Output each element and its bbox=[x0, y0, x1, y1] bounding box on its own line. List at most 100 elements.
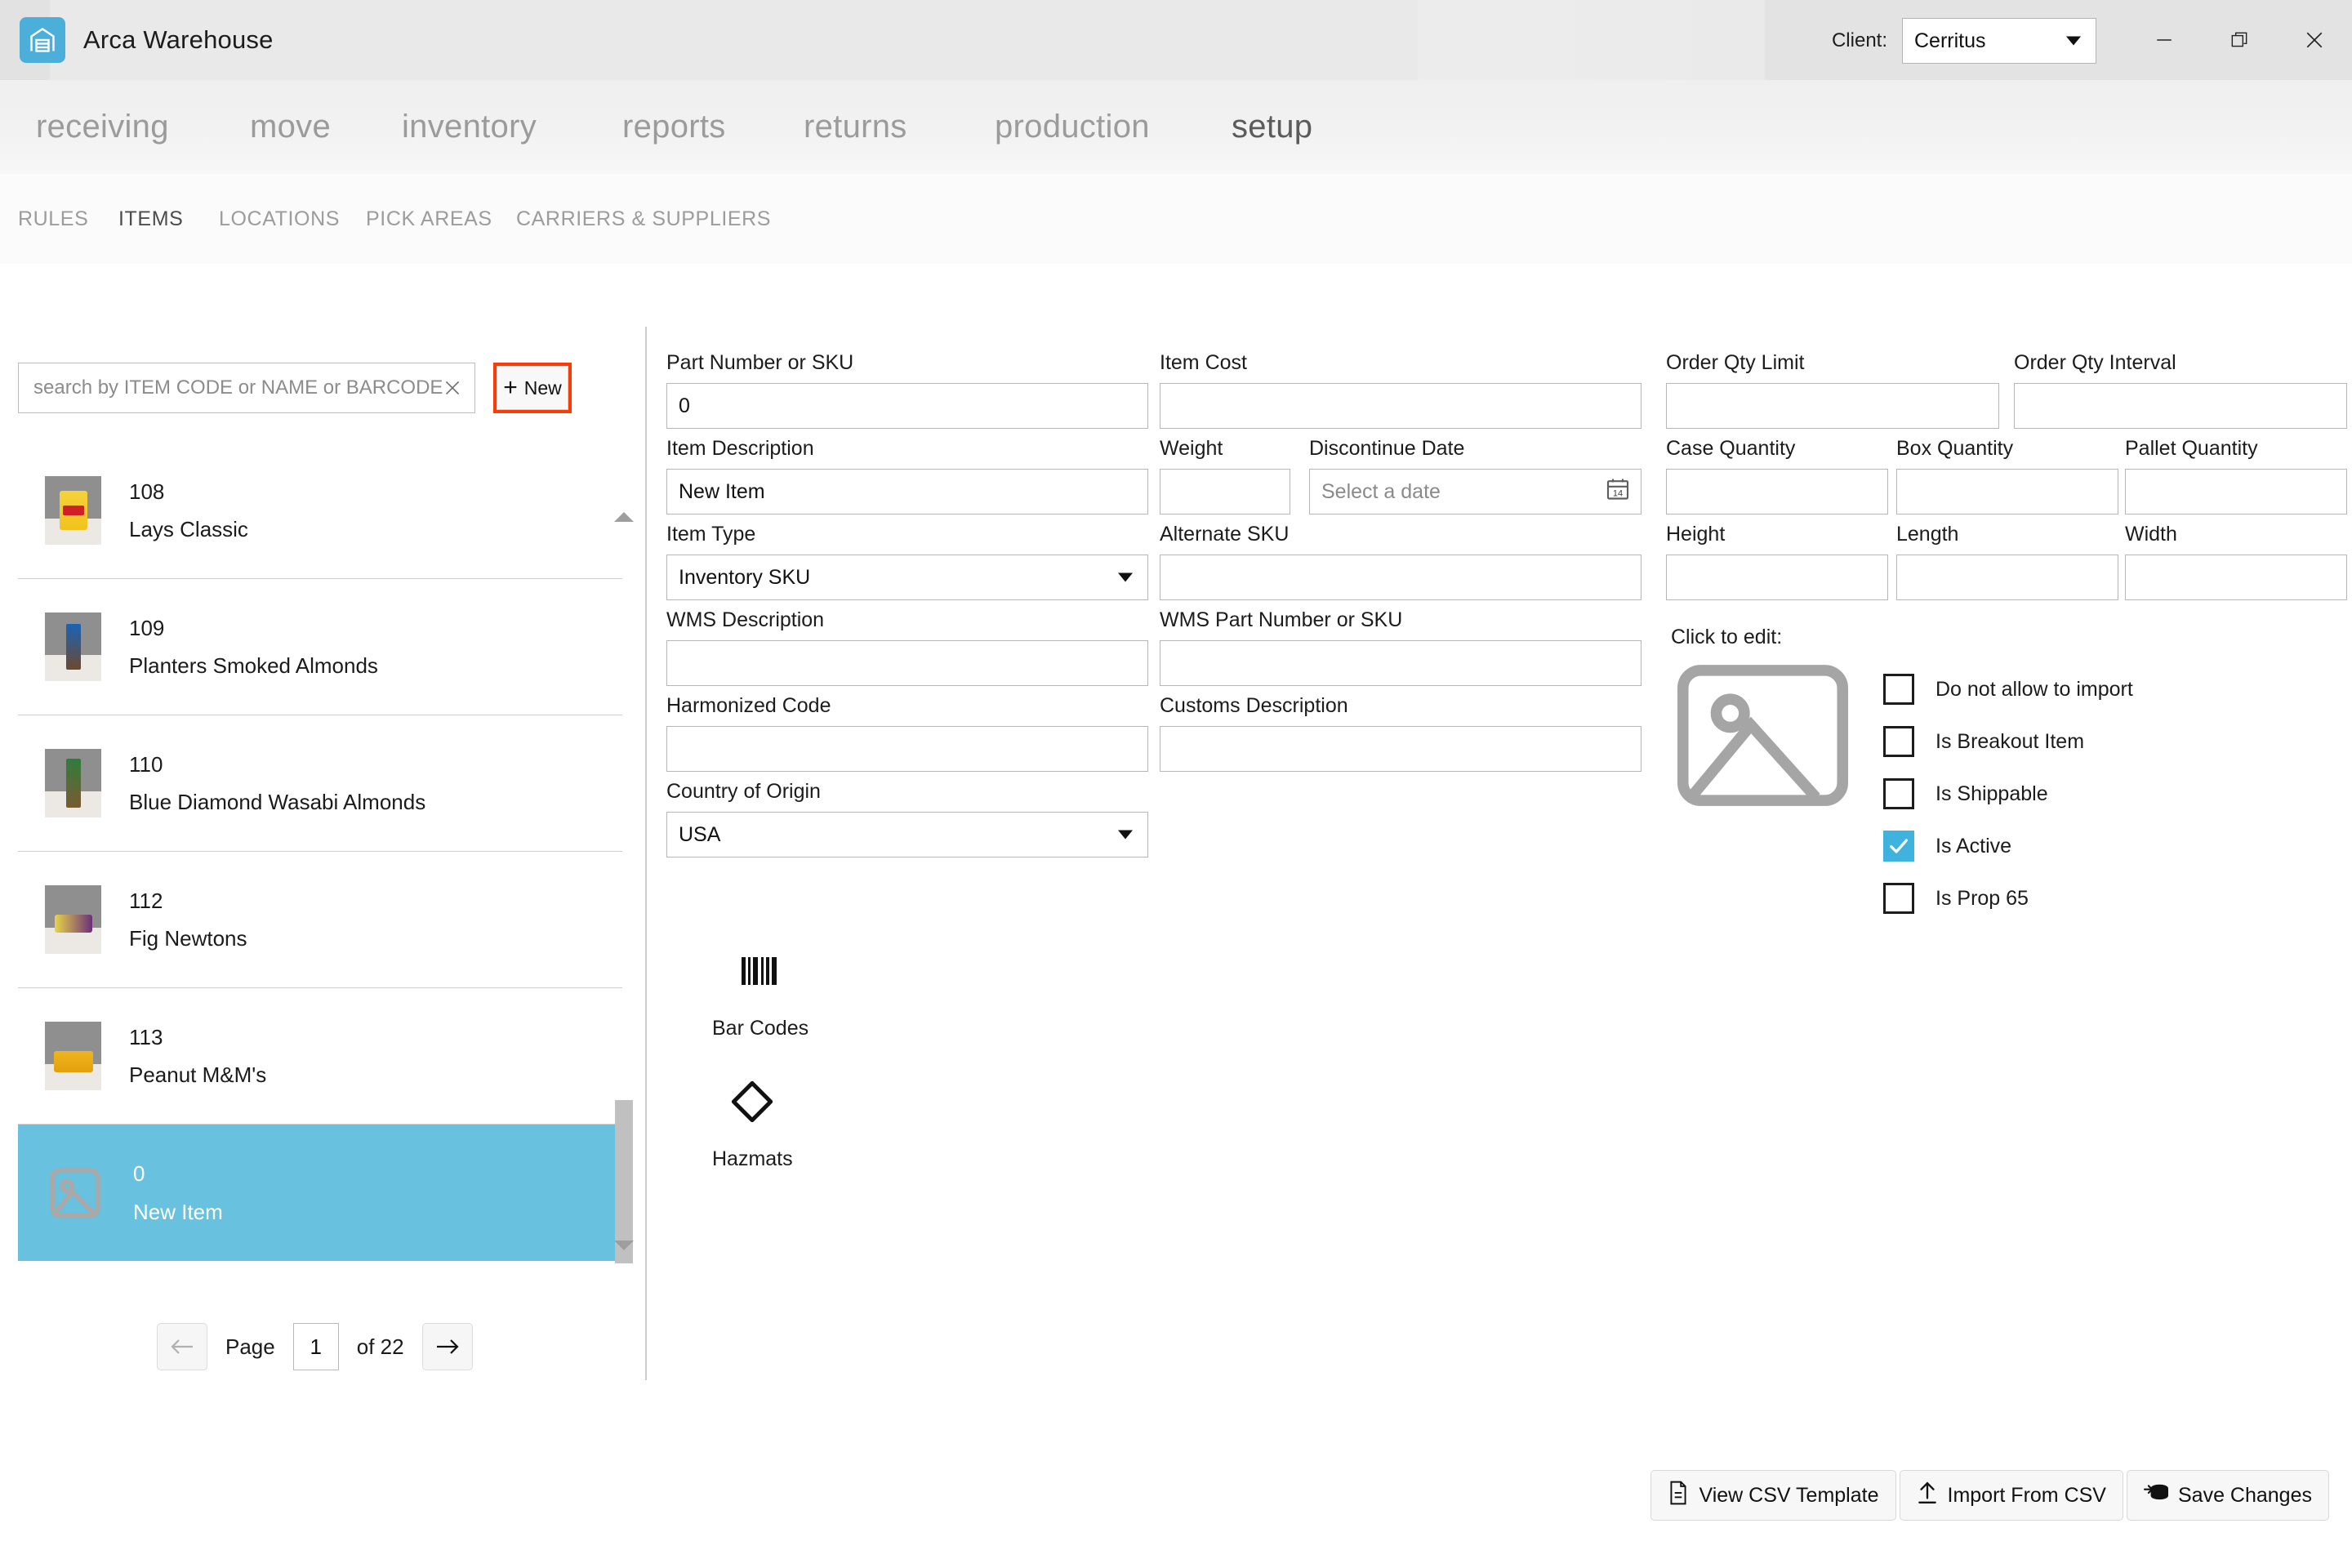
calendar-icon[interactable]: 14 bbox=[1605, 476, 1631, 508]
length-input[interactable] bbox=[1896, 555, 2118, 600]
checkbox-row[interactable]: Is Prop 65 bbox=[1883, 872, 2133, 924]
search-placeholder: search by ITEM CODE or NAME or BARCODE bbox=[33, 376, 443, 399]
minimize-icon[interactable] bbox=[2127, 0, 2202, 80]
client-dropdown[interactable]: Cerritus bbox=[1902, 18, 2096, 64]
tab-pick-areas[interactable]: PICK AREAS bbox=[366, 207, 492, 231]
checkbox-row[interactable]: Is Breakout Item bbox=[1883, 715, 2133, 768]
barcodes-button[interactable]: Bar Codes bbox=[712, 947, 808, 1040]
view-csv-template-button[interactable]: View CSV Template bbox=[1650, 1470, 1896, 1521]
item-thumbnail bbox=[45, 476, 101, 545]
weight-input[interactable] bbox=[1160, 469, 1290, 514]
checkbox-is-shippable[interactable] bbox=[1883, 778, 1914, 809]
chevron-down-icon bbox=[2066, 36, 2081, 46]
width-input[interactable] bbox=[2125, 555, 2347, 600]
list-item[interactable]: 108 Lays Classic bbox=[18, 443, 622, 579]
checkbox-row[interactable]: Do not allow to import bbox=[1883, 663, 2133, 715]
field-label: Item Cost bbox=[1160, 351, 1247, 374]
nav-item-reports[interactable]: reports bbox=[622, 109, 726, 145]
tab-items[interactable]: ITEMS bbox=[118, 207, 183, 231]
harmonized-code-input[interactable] bbox=[666, 726, 1148, 772]
nav-item-returns[interactable]: returns bbox=[804, 109, 907, 145]
page-input[interactable]: 1 bbox=[292, 1323, 339, 1370]
barcode-icon bbox=[737, 957, 784, 998]
search-input[interactable]: search by ITEM CODE or NAME or BARCODE bbox=[18, 363, 475, 413]
order-qty-interval-input[interactable] bbox=[2014, 383, 2347, 429]
checkbox-row[interactable]: Is Shippable bbox=[1883, 768, 2133, 820]
chevron-down-icon[interactable] bbox=[612, 1236, 635, 1254]
list-item[interactable]: 112 Fig Newtons bbox=[18, 852, 622, 988]
hazmats-button[interactable]: Hazmats bbox=[712, 1078, 793, 1171]
list-item-selected[interactable]: 0 New Item bbox=[18, 1125, 622, 1261]
tab-locations[interactable]: LOCATIONS bbox=[219, 207, 340, 231]
image-placeholder-icon[interactable] bbox=[1671, 662, 1855, 809]
checkbox-is-breakout-item[interactable] bbox=[1883, 726, 1914, 757]
item-description-input[interactable]: New Item bbox=[666, 469, 1148, 514]
chevron-down-icon bbox=[1118, 830, 1133, 840]
item-code: 0 bbox=[133, 1161, 145, 1186]
item-list-scroll[interactable]: 108 Lays Classic 109 Planters Smoked Alm… bbox=[18, 443, 622, 1269]
new-button-highlight: + New bbox=[493, 363, 572, 413]
field-label: Country of Origin bbox=[666, 780, 821, 803]
page-total: of 22 bbox=[357, 1334, 404, 1360]
nav-item-setup[interactable]: setup bbox=[1232, 109, 1312, 145]
checkbox-is-prop-65[interactable] bbox=[1883, 883, 1914, 914]
field-label: Weight bbox=[1160, 437, 1223, 460]
field-label: WMS Description bbox=[666, 608, 825, 631]
checkbox-is-active[interactable] bbox=[1883, 831, 1914, 862]
order-qty-limit-input[interactable] bbox=[1666, 383, 1999, 429]
client-selector[interactable]: Client: Cerritus bbox=[1832, 18, 2096, 64]
nav-item-receiving[interactable]: receiving bbox=[36, 109, 169, 145]
arrow-left-icon[interactable] bbox=[157, 1323, 207, 1370]
arrow-right-icon[interactable] bbox=[421, 1323, 473, 1370]
item-list-panel: search by ITEM CODE or NAME or BARCODE +… bbox=[0, 270, 645, 1568]
field-value: USA bbox=[679, 822, 721, 846]
item-thumbnail bbox=[45, 885, 101, 954]
list-item[interactable]: 109 Planters Smoked Almonds bbox=[18, 579, 622, 715]
country-of-origin-dropdown[interactable]: USA bbox=[666, 812, 1148, 858]
chevron-up-icon[interactable] bbox=[612, 508, 635, 526]
height-input[interactable] bbox=[1666, 555, 1888, 600]
box-quantity-input[interactable] bbox=[1896, 469, 2118, 514]
checkbox-label: Is Active bbox=[1936, 834, 2012, 858]
part-number-input[interactable]: 0 bbox=[666, 383, 1148, 429]
nav-item-move[interactable]: move bbox=[250, 109, 331, 145]
list-item[interactable]: 110 Blue Diamond Wasabi Almonds bbox=[18, 715, 622, 852]
page-value: 1 bbox=[310, 1334, 322, 1359]
client-label: Client: bbox=[1831, 29, 1887, 51]
tab-rules[interactable]: RULES bbox=[18, 207, 88, 231]
wms-part-number-input[interactable] bbox=[1160, 640, 1642, 686]
restore-icon[interactable] bbox=[2202, 0, 2277, 80]
item-type-dropdown[interactable]: Inventory SKU bbox=[666, 555, 1148, 600]
field-discontinue-date: Discontinue Date Select a date 14 bbox=[1309, 437, 1642, 514]
field-label: Customs Description bbox=[1160, 694, 1348, 717]
search-row: search by ITEM CODE or NAME or BARCODE +… bbox=[18, 363, 572, 413]
discontinue-date-input[interactable]: Select a date 14 bbox=[1309, 469, 1642, 514]
checkbox-do-not-allow-import[interactable] bbox=[1883, 674, 1914, 705]
footer-bar bbox=[0, 1521, 2352, 1568]
nav-item-production[interactable]: production bbox=[995, 109, 1150, 145]
alternate-sku-input[interactable] bbox=[1160, 555, 1642, 600]
new-button[interactable]: + New bbox=[497, 366, 568, 410]
save-changes-button[interactable]: Save Changes bbox=[2126, 1470, 2329, 1521]
tab-carriers-suppliers[interactable]: CARRIERS & SUPPLIERS bbox=[516, 207, 771, 231]
chevron-down-icon bbox=[1118, 572, 1133, 582]
close-icon[interactable] bbox=[442, 377, 463, 399]
nav-item-inventory[interactable]: inventory bbox=[402, 109, 537, 145]
field-value: New Item bbox=[679, 479, 765, 503]
field-part-number: Part Number or SKU 0 bbox=[666, 351, 1148, 429]
sub-navigation: RULES ITEMS LOCATIONS PICK AREAS CARRIER… bbox=[0, 174, 2352, 264]
close-icon[interactable] bbox=[2277, 0, 2352, 80]
wms-description-input[interactable] bbox=[666, 640, 1148, 686]
list-item[interactable]: 113 Peanut M&M's bbox=[18, 988, 622, 1125]
list-scrollbar[interactable] bbox=[612, 443, 635, 1269]
checkbox-row[interactable]: Is Active bbox=[1883, 820, 2133, 872]
import-from-csv-button[interactable]: Import From CSV bbox=[1899, 1470, 2123, 1521]
item-thumbnail bbox=[45, 1022, 101, 1090]
item-cost-input[interactable] bbox=[1160, 383, 1642, 429]
pallet-quantity-input[interactable] bbox=[2125, 469, 2347, 514]
customs-description-input[interactable] bbox=[1160, 726, 1642, 772]
field-value: Inventory SKU bbox=[679, 565, 811, 589]
case-quantity-input[interactable] bbox=[1666, 469, 1888, 514]
item-code: 109 bbox=[129, 615, 165, 640]
pagination: Page 1 of 22 bbox=[157, 1323, 473, 1370]
